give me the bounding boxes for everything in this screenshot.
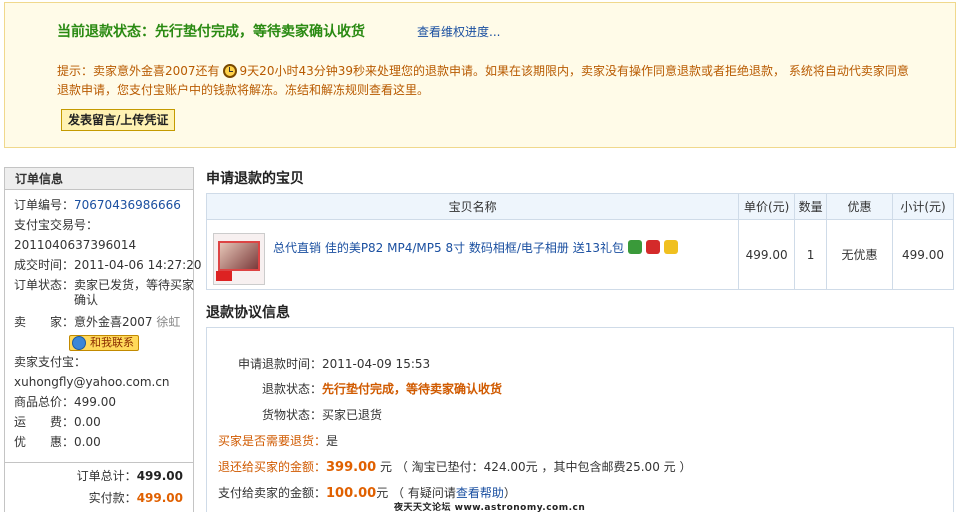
- seven-day-return-icon[interactable]: [646, 239, 661, 254]
- apply-time-value: 2011-04-09 15:53: [322, 357, 431, 371]
- view-progress-link[interactable]: 查看维权进度...: [417, 23, 500, 40]
- item-discount: 无优惠: [826, 219, 893, 290]
- col-subtotal: 小计(元): [892, 193, 954, 220]
- refund-status-banner: 当前退款状态：先行垫付完成，等待卖家确认收货 查看维权进度... 提示：卖家意外…: [4, 2, 956, 148]
- order-no-link[interactable]: 70670436986666: [74, 198, 181, 212]
- pay-seller-note-pre: （ 有疑问请: [392, 486, 456, 500]
- shipping-label: 运 费：: [14, 415, 75, 429]
- order-info-panel: 订单信息 订单编号：70670436986666 支付宝交易号： 2011040…: [4, 167, 201, 512]
- contact-seller-label: 和我联系: [90, 336, 134, 349]
- product-thumbnail[interactable]: [213, 232, 265, 285]
- col-qty: 数量: [794, 193, 828, 220]
- clock-icon: [222, 64, 237, 78]
- seller-name: 意外金喜2007: [74, 315, 153, 329]
- guarantee-icon[interactable]: [664, 239, 679, 254]
- pay-seller-unit: 元: [376, 486, 389, 500]
- need-return-value: 是: [326, 434, 339, 448]
- hint-prefix: 提示：卖家意外金喜2007还有: [57, 64, 220, 78]
- refund-amount-note: （ 淘宝已垫付：424.00元 ，其中包含邮费25.00 元 ）: [395, 460, 692, 474]
- need-return-label: 买家是否需要退货：: [218, 434, 327, 448]
- order-status-value: 卖家已发货，等待买家: [74, 278, 195, 292]
- alipay-no-label: 支付宝交易号：: [14, 218, 99, 232]
- discount-value: 0.00: [74, 435, 101, 449]
- refund-amount-unit: 元: [380, 460, 393, 474]
- pay-seller-label: 支付给卖家的金额：: [218, 486, 327, 500]
- order-status-label: 订单状态：: [14, 278, 75, 292]
- refund-amount-value: 399.00: [326, 460, 377, 475]
- order-total-label: 订单总计：: [76, 469, 137, 483]
- pay-seller-note-post: ）: [503, 486, 516, 500]
- item-cell: 总代直销 佳的美P82 MP4/MP5 8寸 数码相框/电子相册 送13礼包: [205, 219, 740, 290]
- refund-status-label: 退款状态：: [261, 382, 322, 396]
- goods-total-value: 499.00: [74, 395, 117, 409]
- paid-value: 499.00: [136, 491, 183, 505]
- countdown-timer: 9天20小时43分钟39秒: [239, 64, 365, 78]
- item-price: 499.00: [738, 219, 796, 290]
- col-item-name: 宝贝名称: [205, 193, 740, 220]
- consumer-protection-icon[interactable]: [628, 239, 643, 254]
- goods-status-value: 买家已退货: [322, 408, 383, 422]
- refund-hint: 提示：卖家意外金喜2007还有 9天20小时43分钟39秒来处理您的退款申请。如果…: [57, 62, 917, 100]
- deal-time-value: 2011-04-06 14:27:20: [74, 258, 202, 272]
- refund-items-title: 申请退款的宝贝: [206, 171, 304, 187]
- col-discount: 优惠: [826, 193, 893, 220]
- goods-status-label: 货物状态：: [261, 408, 322, 422]
- view-help-link[interactable]: 查看帮助: [456, 486, 504, 500]
- discount-label: 优 惠：: [14, 435, 75, 449]
- item-subtotal: 499.00: [892, 219, 954, 290]
- product-title-link[interactable]: 总代直销 佳的美P82 MP4/MP5 8寸 数码相框/电子相册 送13礼包: [273, 241, 624, 255]
- seller-alipay-label: 卖家支付宝：: [14, 355, 87, 369]
- alipay-no-value: 2011040637396014: [14, 238, 137, 252]
- pay-seller-value: 100.00: [326, 486, 377, 501]
- refund-items-table: 宝贝名称 单价(元) 数量 优惠 小计(元) 总代直销 佳的美P82 MP4/M…: [205, 193, 954, 290]
- apply-time-label: 申请退款时间：: [237, 357, 322, 371]
- goods-total-label: 商品总价：: [14, 395, 75, 409]
- seller-alias: 徐虹: [156, 315, 181, 329]
- order-total-value: 499.00: [136, 469, 183, 483]
- paid-label: 实付款：: [88, 491, 137, 505]
- order-no-label: 订单编号：: [14, 198, 75, 212]
- order-status-value-cont: 确认: [74, 293, 99, 307]
- refund-amount-label: 退还给买家的金额：: [218, 460, 327, 474]
- refund-status-title: 当前退款状态：先行垫付完成，等待卖家确认收货: [57, 24, 365, 40]
- item-qty: 1: [794, 219, 828, 290]
- refund-status-value: 先行垫付完成，等待卖家确认收货: [322, 382, 503, 396]
- order-info-heading: 订单信息: [5, 168, 193, 190]
- refund-agreement-title: 退款协议信息: [206, 305, 290, 321]
- wangwang-icon: [72, 336, 86, 350]
- contact-seller-button[interactable]: 和我联系: [69, 335, 139, 351]
- seller-alipay-value: xuhongfly@yahoo.com.cn: [14, 375, 170, 389]
- col-unit-price: 单价(元): [738, 193, 796, 220]
- table-row: 总代直销 佳的美P82 MP4/MP5 8寸 数码相框/电子相册 送13礼包 4…: [205, 219, 954, 290]
- forum-watermark: 夜天天文论坛 www.astronomy.com.cn: [394, 503, 586, 512]
- shipping-value: 0.00: [74, 415, 101, 429]
- seller-label: 卖 家：: [14, 315, 75, 329]
- deal-time-label: 成交时间：: [14, 258, 75, 272]
- upload-evidence-button[interactable]: 发表留言/上传凭证: [61, 109, 176, 131]
